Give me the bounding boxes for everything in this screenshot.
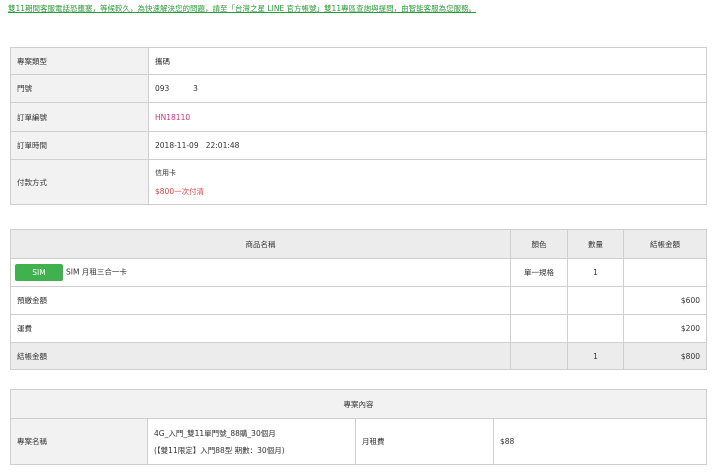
plan-name-cell: 4G_入門_雙11單門號_88購_30個月 (【雙11限定】入門88型 期數：3…	[147, 418, 356, 465]
total-qty: 1	[567, 342, 624, 370]
plan-header: 專案內容	[10, 389, 707, 419]
total-label: 結帳金額	[10, 342, 511, 370]
info-row: 訂單時間 2018-11-09 22:01:48	[10, 131, 707, 160]
product-amount	[623, 258, 707, 287]
info-row: 訂單編號 HN18110	[10, 102, 707, 132]
info-label: 訂單時間	[10, 131, 149, 160]
product-name-cell: SIM SIM 月租三合一卡	[10, 258, 511, 287]
info-row: 專案類型 攜碼	[10, 47, 707, 75]
plan-name: 4G_入門_雙11單門號_88購_30個月	[154, 428, 276, 438]
col-header: 顏色	[510, 229, 568, 259]
col-header: 數量	[567, 229, 624, 259]
product-name: SIM 月租三合一卡	[66, 267, 127, 277]
product-color: 單一規格	[510, 258, 568, 287]
shipping-amount: $200	[623, 314, 707, 343]
fee-label: 月租費	[355, 418, 494, 465]
info-value: 093 3	[148, 74, 707, 103]
info-label: 門號	[10, 74, 149, 103]
info-row: 門號 093 3	[10, 74, 707, 103]
plan-name-detail: (【雙11限定】入門88型 期數：30個月)	[154, 445, 285, 455]
prepay-amount: $600	[623, 286, 707, 315]
col-header: 結帳金額	[623, 229, 707, 259]
col-header: 商品名稱	[10, 229, 511, 259]
fee-value: $88	[493, 418, 707, 465]
info-label: 付款方式	[10, 159, 149, 205]
info-value: 攜碼	[148, 47, 707, 75]
product-qty: 1	[567, 258, 624, 287]
prepay-row: 預繳金額 $600	[10, 286, 707, 315]
info-value: 2018-11-09 22:01:48	[148, 131, 707, 160]
plan-table: 專案內容 專案名稱 4G_入門_雙11單門號_88購_30個月 (【雙11限定】…	[10, 389, 707, 465]
shipping-row: 運費 $200	[10, 314, 707, 343]
payment-method: 信用卡	[155, 168, 176, 177]
products-table: 商品名稱 顏色 數量 結帳金額 SIM SIM 月租三合一卡 單一規格 1 預繳金…	[10, 229, 707, 370]
notice-link[interactable]: 雙11期間客服電話恐壅塞，等候較久，為快速解決您的問題，請至「台灣之星 LINE…	[8, 3, 708, 14]
payment-value: 信用卡 $800一次付清	[148, 159, 707, 205]
shipping-label: 運費	[10, 314, 511, 343]
info-row: 付款方式 信用卡 $800一次付清	[10, 159, 707, 205]
plan-name-label: 專案名稱	[10, 418, 148, 465]
info-label: 訂單編號	[10, 102, 149, 132]
order-info-table: 專案類型 攜碼 門號 093 3 訂單編號 HN18110 訂單時間 2018-…	[10, 47, 707, 205]
plan-row: 專案名稱 4G_入門_雙11單門號_88購_30個月 (【雙11限定】入門88型…	[10, 418, 707, 465]
product-row: SIM SIM 月租三合一卡 單一規格 1	[10, 258, 707, 287]
info-label: 專案類型	[10, 47, 149, 75]
total-row: 結帳金額 1 $800	[10, 342, 707, 370]
order-number: HN18110	[148, 102, 707, 132]
products-header: 商品名稱 顏色 數量 結帳金額	[10, 229, 707, 259]
payment-amount: $800一次付清	[155, 186, 205, 196]
total-amount: $800	[623, 342, 707, 370]
plan-title: 專案內容	[10, 389, 707, 419]
prepay-label: 預繳金額	[10, 286, 511, 315]
sim-badge[interactable]: SIM	[15, 264, 63, 281]
